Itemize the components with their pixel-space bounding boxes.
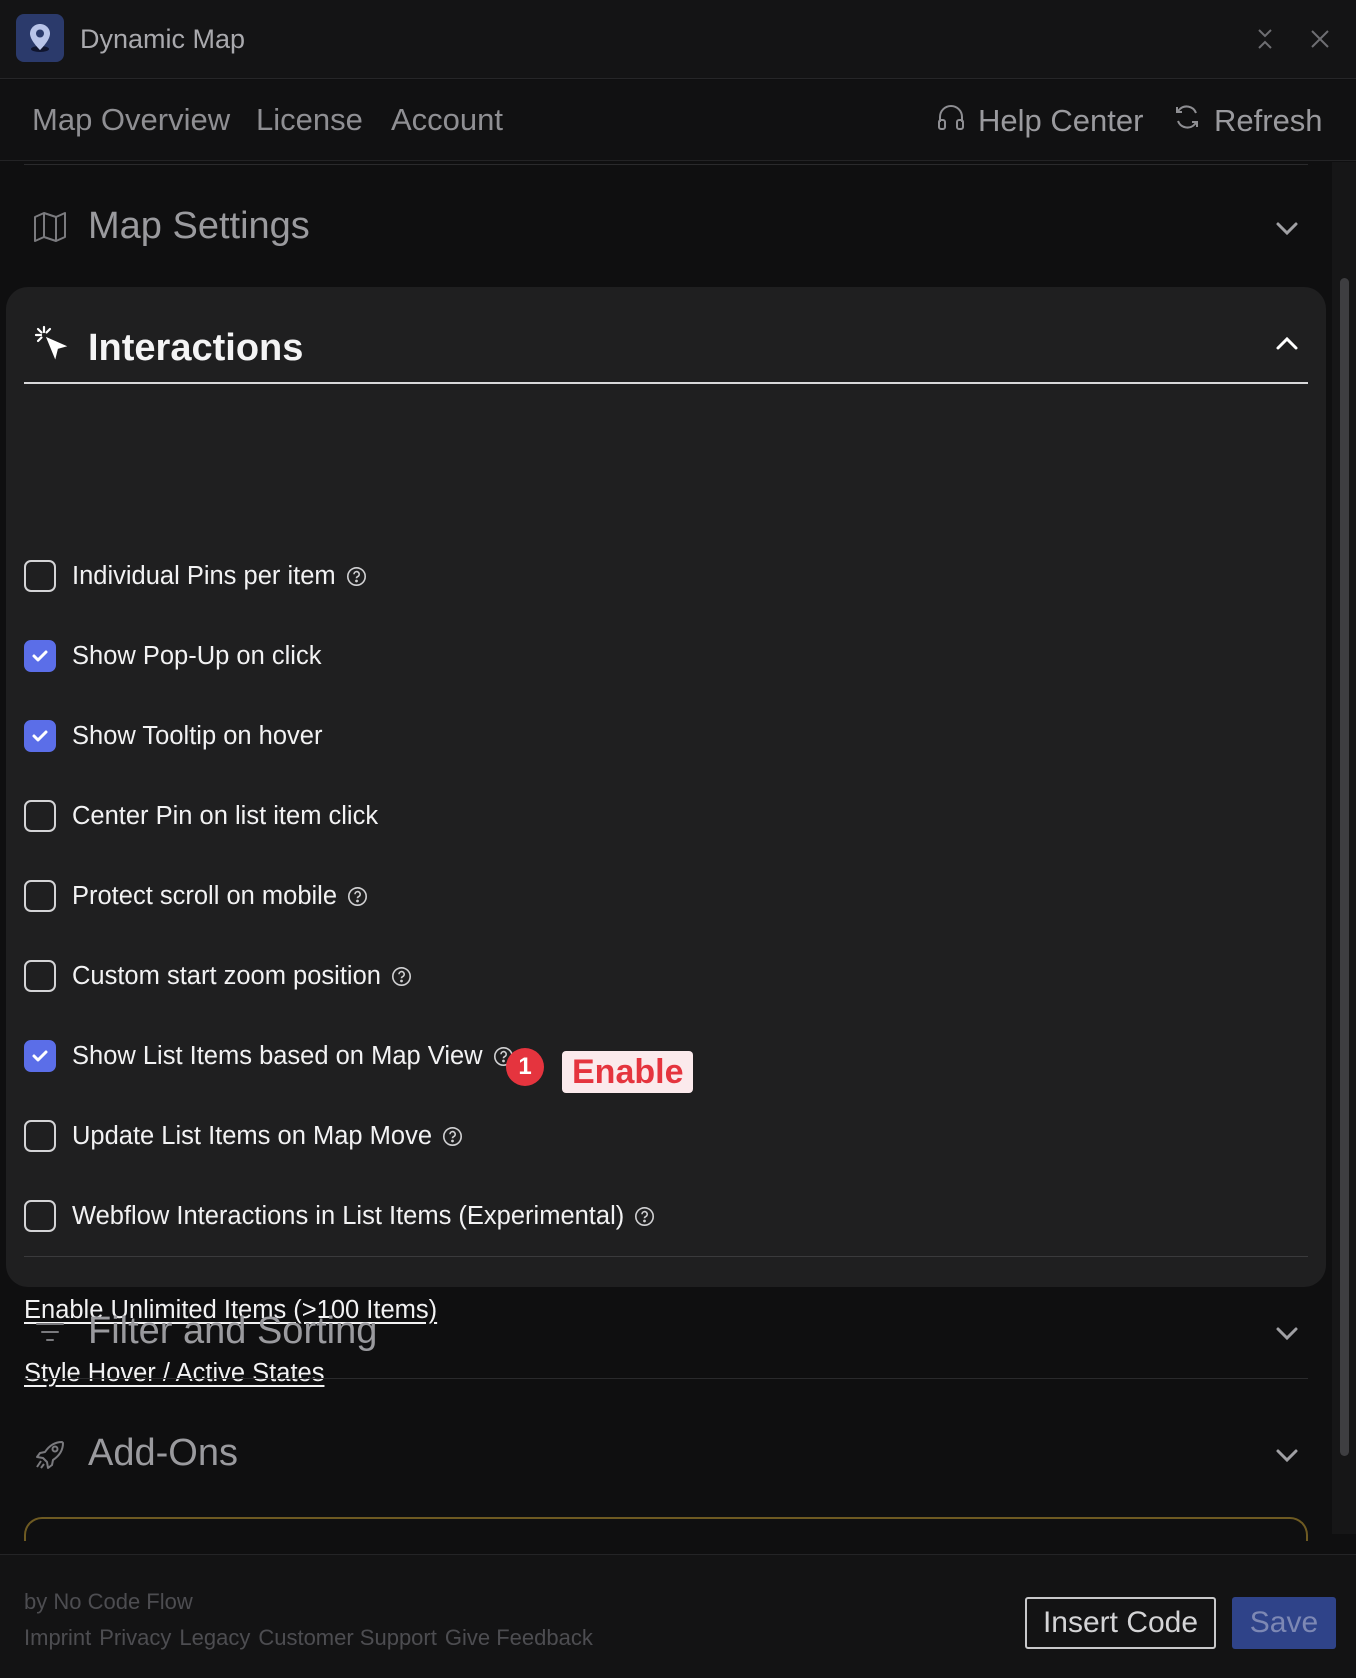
option-center-pin[interactable]: Center Pin on list item click	[24, 796, 378, 836]
help-center-button[interactable]: Help Center	[936, 102, 1143, 140]
option-label: Show Tooltip on hover	[72, 721, 323, 750]
section-label: Map Settings	[88, 205, 310, 247]
checkbox[interactable]	[24, 960, 56, 992]
refresh-icon	[1172, 102, 1202, 140]
title-bar: Dynamic Map	[0, 0, 1356, 79]
section-addons[interactable]: Add-Ons	[24, 1414, 1308, 1494]
help-icon[interactable]	[391, 966, 412, 987]
footer-credit: by No Code Flow	[24, 1589, 193, 1614]
scrollbar-thumb[interactable]	[1340, 278, 1349, 1456]
nav-bar: Map Overview License Account Help Center…	[0, 80, 1356, 161]
annotation-label: Enable	[562, 1051, 694, 1093]
cursor-click-icon	[34, 325, 70, 363]
help-icon[interactable]	[442, 1126, 463, 1147]
help-center-label: Help Center	[978, 103, 1144, 138]
chevron-down-icon[interactable]	[1272, 213, 1302, 243]
footer-links: Imprint Privacy Legacy Customer Support …	[24, 1625, 593, 1651]
footer: by No Code Flow Imprint Privacy Legacy C…	[0, 1554, 1356, 1678]
option-label: Webflow Interactions in List Items (Expe…	[72, 1201, 625, 1230]
option-update-list[interactable]: Update List Items on Map Move	[24, 1116, 463, 1156]
insert-code-button[interactable]: Insert Code	[1025, 1597, 1216, 1649]
option-webflow-interactions[interactable]: Webflow Interactions in List Items (Expe…	[24, 1196, 655, 1236]
divider	[24, 164, 1308, 165]
section-filter-sorting[interactable]: Filter and Sorting	[24, 1292, 1308, 1372]
help-icon[interactable]	[634, 1206, 655, 1227]
option-label: Show List Items based on Map View	[72, 1041, 483, 1070]
map-icon	[32, 209, 68, 245]
checkbox[interactable]	[24, 1200, 56, 1232]
option-protect-scroll[interactable]: Protect scroll on mobile	[24, 876, 368, 916]
tab-account[interactable]: Account	[391, 102, 503, 138]
option-show-popup[interactable]: Show Pop-Up on click	[24, 636, 321, 676]
chevron-down-icon[interactable]	[1272, 1440, 1302, 1470]
refresh-button[interactable]: Refresh	[1172, 102, 1323, 140]
section-map-settings[interactable]: Map Settings	[24, 187, 1308, 267]
divider	[24, 1378, 1308, 1379]
settings-content[interactable]: Map Settings Interactions Individual Pin…	[0, 162, 1332, 1534]
section-label: Interactions	[88, 327, 304, 369]
checkbox-checked[interactable]	[24, 1040, 56, 1072]
option-show-tooltip[interactable]: Show Tooltip on hover	[24, 716, 322, 756]
headphones-icon	[936, 102, 966, 140]
privacy-link[interactable]: Privacy	[99, 1625, 171, 1651]
chevron-up-icon[interactable]	[1272, 329, 1302, 359]
interactions-panel: Interactions Individual Pins per item Sh…	[6, 287, 1326, 1287]
checkbox-checked[interactable]	[24, 720, 56, 752]
checkbox[interactable]	[24, 560, 56, 592]
option-show-list-items[interactable]: Show List Items based on Map View	[24, 1036, 514, 1076]
divider	[24, 1256, 1308, 1257]
help-icon[interactable]	[346, 566, 367, 587]
section-label: Filter and Sorting	[88, 1310, 378, 1352]
filter-icon	[32, 1314, 68, 1350]
close-icon[interactable]	[1307, 26, 1333, 52]
checkbox-checked[interactable]	[24, 640, 56, 672]
legacy-link[interactable]: Legacy	[179, 1625, 250, 1651]
help-icon[interactable]	[347, 886, 368, 907]
checkbox[interactable]	[24, 1120, 56, 1152]
customer-support-link[interactable]: Customer Support	[258, 1625, 437, 1651]
annotation-badge: 1	[506, 1048, 544, 1086]
refresh-label: Refresh	[1214, 103, 1323, 138]
option-label: Custom start zoom position	[72, 961, 381, 990]
option-label: Center Pin on list item click	[72, 801, 379, 830]
upgrade-banner-edge	[24, 1517, 1308, 1541]
imprint-link[interactable]: Imprint	[24, 1625, 91, 1651]
option-label: Update List Items on Map Move	[72, 1121, 433, 1150]
chevron-down-icon[interactable]	[1272, 1318, 1302, 1348]
checkbox[interactable]	[24, 880, 56, 912]
tab-map-overview[interactable]: Map Overview	[32, 102, 230, 138]
rocket-icon	[32, 1436, 68, 1472]
section-label: Add-Ons	[88, 1432, 238, 1474]
map-pin-icon	[16, 14, 64, 62]
option-custom-zoom[interactable]: Custom start zoom position	[24, 956, 412, 996]
section-interactions[interactable]: Interactions	[24, 307, 1308, 384]
option-individual-pins[interactable]: Individual Pins per item	[24, 556, 367, 596]
option-label: Individual Pins per item	[72, 561, 336, 590]
save-button[interactable]: Save	[1232, 1597, 1336, 1649]
collapse-icon[interactable]	[1252, 26, 1278, 52]
window-title: Dynamic Map	[80, 24, 246, 54]
give-feedback-link[interactable]: Give Feedback	[445, 1625, 593, 1651]
tab-license[interactable]: License	[256, 102, 363, 138]
checkbox[interactable]	[24, 800, 56, 832]
option-label: Show Pop-Up on click	[72, 641, 322, 670]
option-label: Protect scroll on mobile	[72, 881, 338, 910]
